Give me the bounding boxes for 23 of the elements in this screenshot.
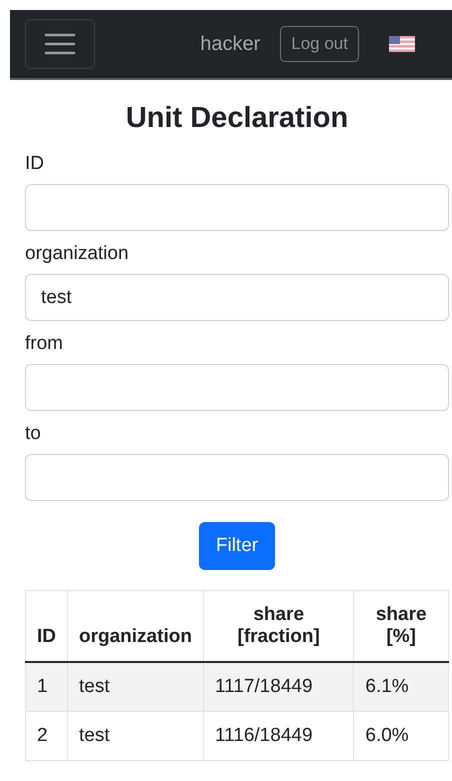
table-cell: 6.1% <box>354 662 448 712</box>
table-cell: test <box>68 712 204 760</box>
table-cell: test <box>68 662 204 712</box>
table-cell: 1 <box>26 662 68 712</box>
field-label: from <box>25 333 64 355</box>
flag-icon[interactable] <box>389 36 415 52</box>
field-label: ID <box>25 153 45 175</box>
table-cell: 1117/18449 <box>203 662 354 712</box>
input-field[interactable] <box>25 184 449 231</box>
input-field[interactable] <box>25 364 449 411</box>
username: hacker <box>200 32 260 56</box>
table-cell: 2 <box>26 712 68 760</box>
table-cell: 6.0% <box>354 712 448 760</box>
filter-button[interactable]: Filter <box>198 522 276 570</box>
input-field[interactable]: test <box>25 274 449 321</box>
page-title: Unit Declaration <box>124 102 350 135</box>
table-cell: 1116/18449 <box>203 712 354 760</box>
menu-button[interactable] <box>25 19 95 69</box>
field-label: organization <box>25 243 130 265</box>
logout-button[interactable]: Log out <box>280 26 359 62</box>
field-label: to <box>25 423 42 445</box>
menu-icon <box>43 31 77 57</box>
input-field[interactable] <box>25 454 449 501</box>
